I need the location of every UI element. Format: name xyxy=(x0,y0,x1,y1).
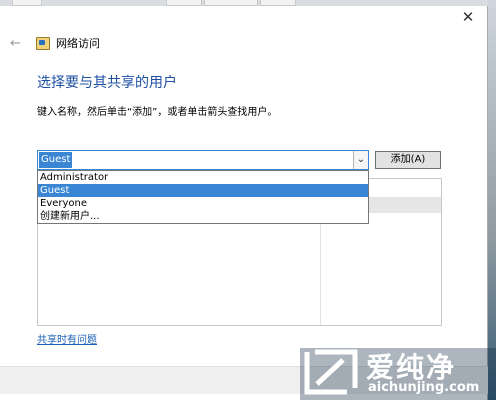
user-dropdown-list[interactable]: Administrator Guest Everyone 创建新用户... xyxy=(37,170,369,224)
back-arrow-icon[interactable]: ← xyxy=(10,36,24,51)
user-name-combobox[interactable]: Guest ⌄ xyxy=(37,150,369,170)
add-button[interactable]: 添加(A) xyxy=(375,151,441,169)
dialog-nav-bar: ← 网络访问 xyxy=(10,34,100,52)
instruction-text: 键入名称，然后单击“添加”，或者单击箭头查找用户。 xyxy=(37,107,278,118)
page-heading: 选择要与其共享的用户 xyxy=(37,75,177,91)
dropdown-option-guest[interactable]: Guest xyxy=(38,184,368,197)
dropdown-option-everyone[interactable]: Everyone xyxy=(38,197,368,210)
sharing-help-link[interactable]: 共享时有问题 xyxy=(37,331,97,346)
dialog-title: 网络访问 xyxy=(56,37,100,50)
dropdown-option-create-user[interactable]: 创建新用户... xyxy=(38,210,368,223)
chevron-down-icon[interactable]: ⌄ xyxy=(353,151,368,169)
network-share-icon xyxy=(36,36,50,50)
desktop-background xyxy=(488,0,496,400)
dropdown-option-administrator[interactable]: Administrator xyxy=(38,171,368,184)
combobox-value[interactable]: Guest xyxy=(39,152,73,168)
watermark-domain: aichunjing.com xyxy=(368,380,480,395)
watermark-logo-icon xyxy=(304,349,358,395)
close-icon[interactable]: ✕ xyxy=(459,8,477,26)
